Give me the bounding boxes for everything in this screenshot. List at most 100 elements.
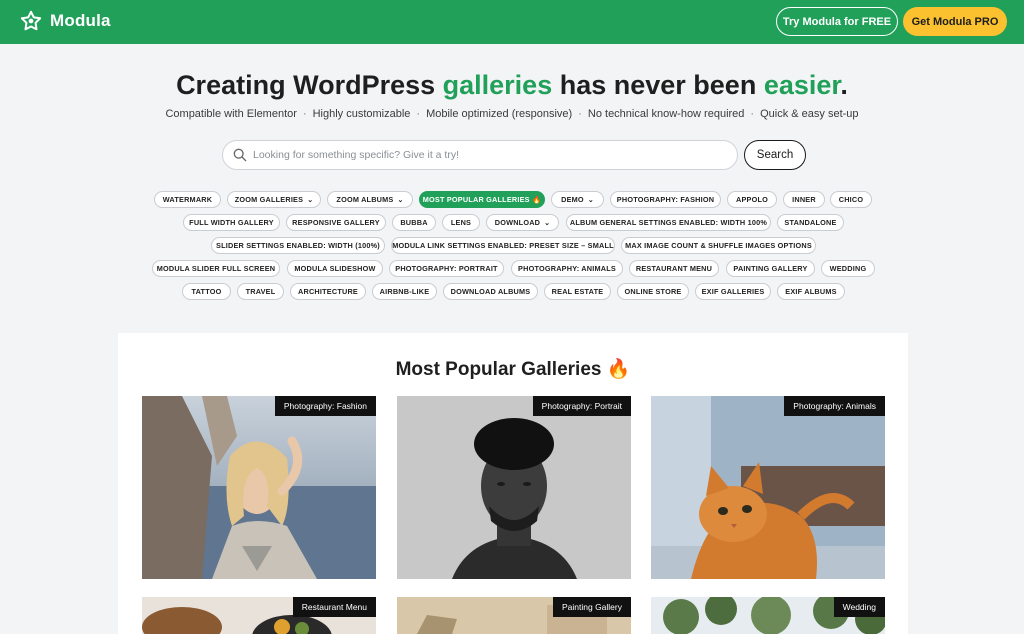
- hero-title-part1: Creating WordPress: [176, 70, 443, 100]
- chevron-down-icon: ⌄: [397, 196, 404, 204]
- tag-label: FULL WIDTH GALLERY: [189, 218, 274, 227]
- tag-label: TRAVEL: [245, 287, 276, 296]
- hero-title-part2: has never been: [552, 70, 764, 100]
- tag-lens[interactable]: LENS: [442, 214, 480, 231]
- tag-label: MOST POPULAR GALLERIES 🔥: [422, 195, 542, 204]
- tag-label: SLIDER SETTINGS ENABLED: WIDTH (100%): [216, 241, 380, 250]
- tag-label: ZOOM ALBUMS: [336, 195, 394, 204]
- tag-modula-link-settings[interactable]: MODULA LINK SETTINGS ENABLED: PRESET SIZ…: [391, 237, 615, 254]
- tag-painting-gallery[interactable]: PAINTING GALLERY: [726, 260, 815, 277]
- chevron-down-icon: ⌄: [544, 219, 551, 227]
- tag-download-albums[interactable]: DOWNLOAD ALBUMS: [443, 283, 538, 300]
- tag-label: ZOOM GALLERIES: [234, 195, 304, 204]
- gallery-card-wedding[interactable]: Wedding: [651, 597, 885, 634]
- tag-label: DOWNLOAD: [494, 218, 541, 227]
- card-label: Photography: Animals: [784, 396, 885, 416]
- tag-album-general-settings[interactable]: ALBUM GENERAL SETTINGS ENABLED: WIDTH 10…: [566, 214, 771, 231]
- tag-full-width-gallery[interactable]: FULL WIDTH GALLERY: [183, 214, 280, 231]
- tag-label: TATTOO: [191, 287, 222, 296]
- feature-list: Compatible with Elementor · Highly customi…: [165, 108, 859, 120]
- tag-download[interactable]: DOWNLOAD ⌄: [486, 214, 559, 231]
- gallery-card-restaurant[interactable]: Restaurant Menu: [142, 597, 376, 634]
- tag-label: AIRBNB-LIKE: [379, 287, 430, 296]
- tag-label: MODULA SLIDESHOW: [294, 264, 376, 273]
- tag-appolo[interactable]: APPOLO: [727, 191, 777, 208]
- tag-inner[interactable]: INNER: [783, 191, 825, 208]
- tag-label: MODULA LINK SETTINGS ENABLED: PRESET SIZ…: [392, 241, 614, 250]
- search-icon: [233, 148, 247, 162]
- tag-label: APPOLO: [735, 195, 768, 204]
- tag-tattoo[interactable]: TATTOO: [182, 283, 231, 300]
- section-title-text: Most Popular Galleries: [395, 359, 602, 380]
- hero-title-highlight-easier: easier: [763, 70, 841, 100]
- tag-bubba[interactable]: BUBBA: [392, 214, 436, 231]
- gallery-card-painting[interactable]: Painting Gallery: [397, 597, 631, 634]
- get-pro-button[interactable]: Get Modula PRO: [903, 7, 1007, 36]
- modula-logo-icon: [20, 10, 42, 31]
- tag-label: EXIF GALLERIES: [701, 287, 765, 296]
- card-label: Photography: Portrait: [532, 396, 631, 416]
- tag-label: WEDDING: [829, 264, 867, 273]
- search-input[interactable]: [253, 149, 713, 161]
- tag-label: RESTAURANT MENU: [635, 264, 713, 273]
- tag-label: DOWNLOAD ALBUMS: [450, 287, 531, 296]
- tag-watermark[interactable]: WATERMARK: [154, 191, 221, 208]
- card-label: Restaurant Menu: [292, 597, 376, 617]
- tag-modula-slideshow[interactable]: MODULA SLIDESHOW: [287, 260, 383, 277]
- feature-item: Highly customizable: [312, 108, 411, 120]
- feature-item: Quick & easy set-up: [760, 108, 859, 120]
- modula-logo[interactable]: Modula: [20, 10, 111, 32]
- tag-label: REAL ESTATE: [551, 287, 604, 296]
- tag-travel[interactable]: TRAVEL: [237, 283, 284, 300]
- tag-zoom-albums[interactable]: ZOOM ALBUMS ⌄: [327, 191, 413, 208]
- tag-chico[interactable]: CHICO: [830, 191, 872, 208]
- tag-label: PHOTOGRAPHY: ANIMALS: [518, 264, 616, 273]
- card-label: Painting Gallery: [552, 597, 631, 617]
- tag-label: PHOTOGRAPHY: PORTRAIT: [395, 264, 498, 273]
- tag-label: STANDALONE: [784, 218, 837, 227]
- chevron-down-icon: ⌄: [307, 196, 314, 204]
- tag-label: LENS: [450, 218, 472, 227]
- tag-label: ONLINE STORE: [624, 287, 682, 296]
- tag-real-estate[interactable]: REAL ESTATE: [544, 283, 611, 300]
- search-button[interactable]: Search: [744, 140, 806, 170]
- fire-icon: 🔥: [606, 359, 631, 380]
- tag-photography-fashion[interactable]: PHOTOGRAPHY: FASHION: [610, 191, 721, 208]
- tag-label: CHICO: [838, 195, 864, 204]
- chevron-down-icon: ⌄: [587, 196, 594, 204]
- tag-online-store[interactable]: ONLINE STORE: [617, 283, 689, 300]
- tag-label: ARCHITECTURE: [298, 287, 358, 296]
- tag-label: MODULA SLIDER FULL SCREEN: [156, 264, 276, 273]
- hero-title-highlight-galleries: galleries: [442, 70, 553, 100]
- tag-airbnb-like[interactable]: AIRBNB-LIKE: [372, 283, 437, 300]
- gallery-card-animals[interactable]: Photography: Animals: [651, 396, 885, 579]
- tag-restaurant-menu[interactable]: RESTAURANT MENU: [629, 260, 719, 277]
- tag-max-image-count[interactable]: MAX IMAGE COUNT & SHUFFLE IMAGES OPTIONS: [621, 237, 816, 254]
- try-free-button[interactable]: Try Modula for FREE: [776, 7, 898, 36]
- gallery-card-fashion[interactable]: Photography: Fashion: [142, 396, 376, 579]
- cat-photo: [651, 396, 885, 579]
- tag-label: PAINTING GALLERY: [733, 264, 808, 273]
- tag-zoom-galleries[interactable]: ZOOM GALLERIES ⌄: [227, 191, 321, 208]
- top-navigation-bar: Modula Try Modula for FREE Get Modula PR…: [0, 0, 1024, 44]
- tag-label: ALBUM GENERAL SETTINGS ENABLED: WIDTH 10…: [569, 218, 768, 227]
- tag-modula-slider-full-screen[interactable]: MODULA SLIDER FULL SCREEN: [152, 260, 280, 277]
- card-label: Wedding: [833, 597, 885, 617]
- tag-photography-animals[interactable]: PHOTOGRAPHY: ANIMALS: [511, 260, 623, 277]
- tag-most-popular-galleries[interactable]: MOST POPULAR GALLERIES 🔥: [419, 191, 545, 208]
- tag-slider-settings[interactable]: SLIDER SETTINGS ENABLED: WIDTH (100%): [211, 237, 385, 254]
- tag-architecture[interactable]: ARCHITECTURE: [290, 283, 366, 300]
- portrait-photo: [397, 396, 631, 579]
- feature-item: Mobile optimized (responsive): [426, 108, 573, 120]
- tag-exif-albums[interactable]: EXIF ALBUMS: [777, 283, 845, 300]
- tag-photography-portrait[interactable]: PHOTOGRAPHY: PORTRAIT: [389, 260, 504, 277]
- tag-label: BUBBA: [400, 218, 428, 227]
- section-title: Most Popular Galleries 🔥: [118, 357, 908, 381]
- tag-label: WATERMARK: [162, 195, 213, 204]
- tag-standalone[interactable]: STANDALONE: [777, 214, 844, 231]
- gallery-card-portrait[interactable]: Photography: Portrait: [397, 396, 631, 579]
- tag-demo[interactable]: DEMO ⌄: [551, 191, 604, 208]
- tag-wedding[interactable]: WEDDING: [821, 260, 875, 277]
- tag-responsive-gallery[interactable]: RESPONSIVE GALLERY: [286, 214, 386, 231]
- tag-exif-galleries[interactable]: EXIF GALLERIES: [695, 283, 771, 300]
